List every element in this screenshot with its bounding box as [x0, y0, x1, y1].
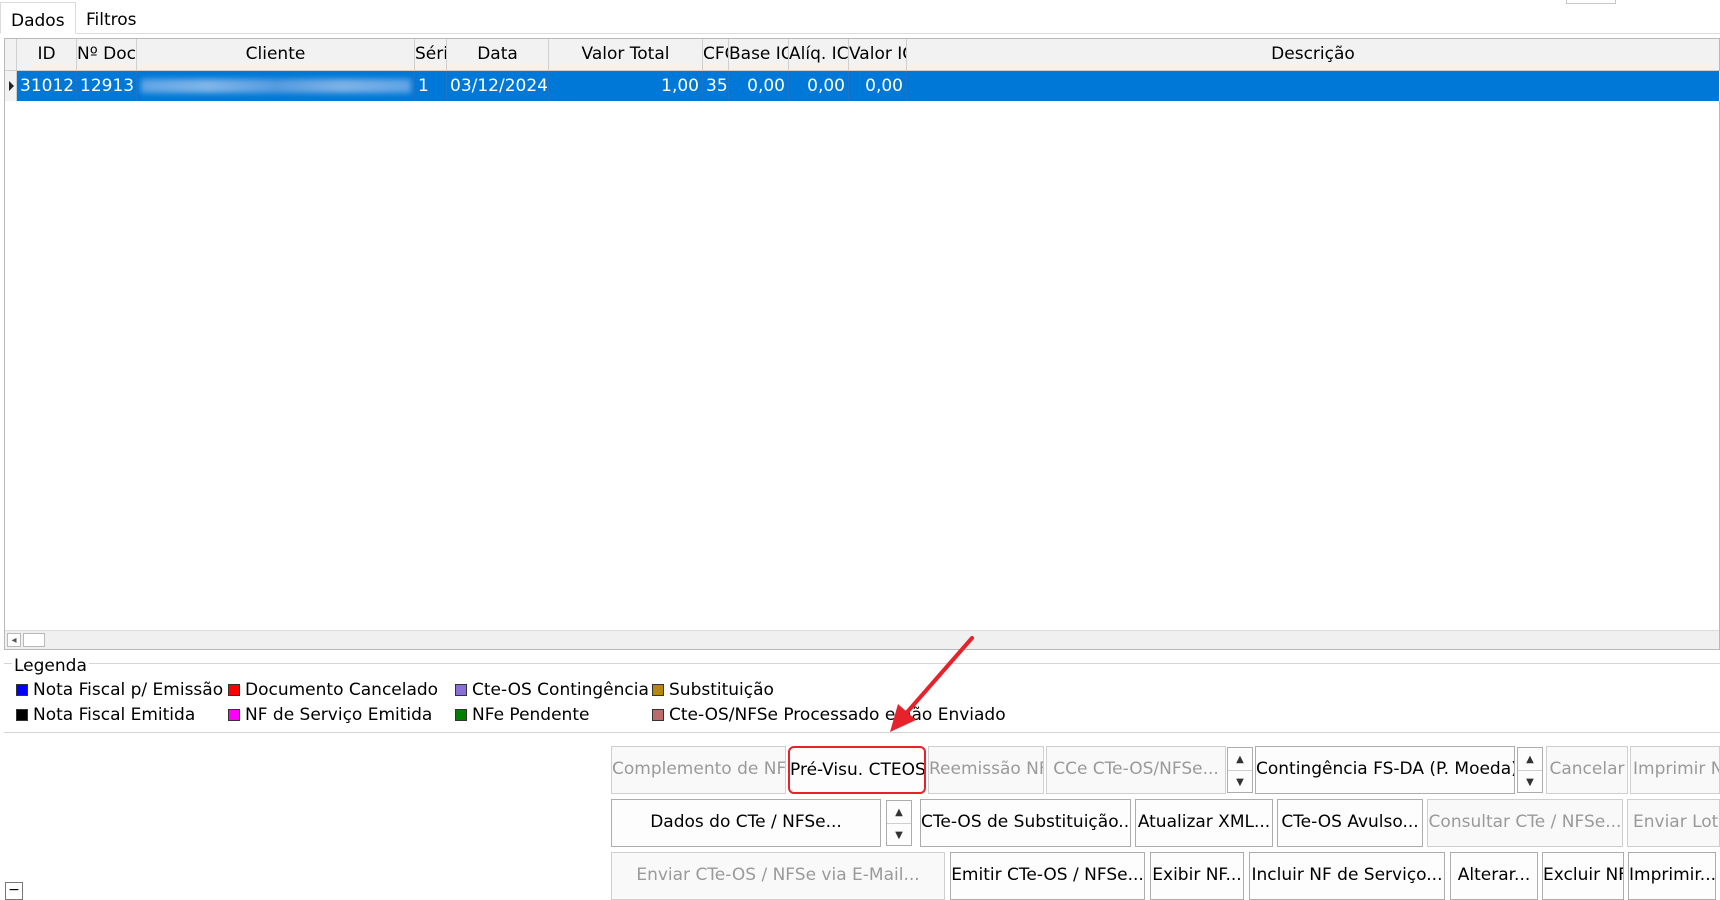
cteos-substituicao-button[interactable]: CTe-OS de Substituição... — [920, 799, 1131, 847]
table-row[interactable]: 31012 12913 1 03/12/2024 1,00 357 0,00 0… — [5, 71, 1720, 101]
cell-cliente-redacted — [137, 71, 415, 101]
legend-swatch — [652, 684, 664, 696]
legend-title: Legenda — [12, 656, 89, 676]
spin-control-2[interactable]: ▲ ▼ — [1517, 747, 1543, 793]
col-header-descricao[interactable]: Descrição — [907, 39, 1719, 71]
collapse-icon[interactable]: − — [5, 882, 23, 900]
cell-cfop: 357 — [703, 71, 729, 101]
cell-base-icms: 0,00 — [729, 71, 789, 101]
cell-aliq-icms: 0,00 — [789, 71, 849, 101]
pre-visu-cteos-button[interactable]: Pré-Visu. CTEOS — [788, 746, 926, 794]
cell-descricao — [907, 71, 1719, 101]
excluir-nf-button[interactable]: Excluir NF — [1542, 852, 1624, 900]
legend-swatch — [16, 709, 28, 721]
col-header-aliq-icms[interactable]: Alíq. ICMS — [789, 39, 849, 71]
legend-label: Nota Fiscal Emitida — [33, 705, 196, 725]
exibir-nf-button[interactable]: Exibir NF... — [1150, 852, 1244, 900]
dados-cte-nfse-button[interactable]: Dados do CTe / NFSe... — [611, 799, 881, 847]
legend-swatch — [455, 709, 467, 721]
col-header-valor-total[interactable]: Valor Total — [549, 39, 703, 71]
chevron-up-icon[interactable]: ▲ — [1518, 748, 1542, 771]
legend-item: Cte-OS Contingência — [455, 680, 649, 700]
enviar-lote-button[interactable]: Enviar Lote — [1627, 799, 1720, 847]
row-pointer — [5, 71, 17, 101]
chevron-down-icon[interactable]: ▼ — [1518, 771, 1542, 794]
chevron-up-icon[interactable]: ▲ — [887, 801, 911, 824]
legend-item: NFe Pendente — [455, 705, 589, 725]
alterar-button[interactable]: Alterar... — [1450, 852, 1538, 900]
cell-serie: 1 — [415, 71, 447, 101]
grid-header-indicator — [5, 39, 17, 71]
legend-item: Documento Cancelado — [228, 680, 438, 700]
col-header-n-doc[interactable]: Nº Doc — [77, 39, 137, 71]
annotation-arrow-icon — [890, 636, 974, 732]
legend-swatch — [228, 709, 240, 721]
redacted-text — [140, 79, 411, 93]
cell-valor-total: 1,00 — [549, 71, 703, 101]
reemissao-nf-button[interactable]: Reemissão NF — [928, 746, 1044, 794]
legend-item: Nota Fiscal Emitida — [16, 705, 195, 725]
scroll-left-icon[interactable]: ◂ — [7, 633, 21, 647]
cce-cteos-nfse-button[interactable]: CCe CTe-OS/NFSe... — [1046, 746, 1226, 794]
col-header-valor-icms[interactable]: Valor ICMS — [849, 39, 907, 71]
legend-label: Nota Fiscal p/ Emissão — [33, 680, 224, 700]
legend-label: Documento Cancelado — [245, 680, 439, 700]
legend-label: Substituição — [669, 680, 774, 700]
contingencia-fs-da-button[interactable]: Contingência FS-DA (P. Moeda) — [1255, 746, 1515, 794]
legend-swatch — [455, 684, 467, 696]
tab-filtros[interactable]: Filtros — [76, 10, 147, 32]
cell-valor-icms: 0,00 — [849, 71, 907, 101]
spin-control-1[interactable]: ▲ ▼ — [1227, 747, 1253, 793]
col-header-cfop[interactable]: CFOP — [703, 39, 729, 71]
cteos-avulso-button[interactable]: CTe-OS Avulso... — [1277, 799, 1423, 847]
legend-item: Nota Fiscal p/ Emissão — [16, 680, 223, 700]
legend-swatch — [228, 684, 240, 696]
complemento-nf-button[interactable]: Complemento de NF — [611, 746, 786, 794]
horizontal-scrollbar[interactable]: ◂ — [5, 630, 1719, 649]
cell-id: 31012 — [17, 71, 77, 101]
atualizar-xml-button[interactable]: Atualizar XML... — [1135, 799, 1273, 847]
imprimir-nf-button[interactable]: Imprimir NF — [1630, 746, 1720, 794]
tab-strip-line — [0, 33, 1720, 34]
consultar-cte-nfse-button[interactable]: Consultar CTe / NFSe... — [1427, 799, 1623, 847]
cell-n-doc: 12913 — [77, 71, 137, 101]
scrollbar-thumb[interactable] — [23, 633, 45, 647]
chevron-down-icon[interactable]: ▼ — [1228, 771, 1252, 794]
chevron-up-icon[interactable]: ▲ — [1228, 748, 1252, 771]
window-control-fragment — [1566, 0, 1616, 4]
col-header-id[interactable]: ID — [17, 39, 77, 71]
legend-label: NFe Pendente — [472, 705, 590, 725]
legend-item: Substituição — [652, 680, 774, 700]
legend-label: Cte-OS Contingência — [472, 680, 649, 700]
col-header-base-icms[interactable]: Base ICMS — [729, 39, 789, 71]
legend-swatch — [652, 709, 664, 721]
spin-control-3[interactable]: ▲ ▼ — [886, 800, 912, 846]
incluir-nf-servico-button[interactable]: Incluir NF de Serviço... — [1249, 852, 1445, 900]
row-pointer-icon — [9, 81, 14, 91]
cancelar-button[interactable]: Cancelar — [1546, 746, 1628, 794]
enviar-email-button[interactable]: Enviar CTe-OS / NFSe via E-Mail... — [611, 852, 945, 900]
col-header-serie[interactable]: Série — [415, 39, 447, 71]
imprimir-button[interactable]: Imprimir... — [1628, 852, 1716, 900]
col-header-data[interactable]: Data — [447, 39, 549, 71]
legend-swatch — [16, 684, 28, 696]
col-header-cliente[interactable]: Cliente — [137, 39, 415, 71]
data-grid[interactable]: ID Nº Doc Cliente Série Data Valor Total… — [4, 38, 1720, 650]
cell-data: 03/12/2024 — [447, 71, 549, 101]
emitir-cteos-nfse-button[interactable]: Emitir CTe-OS / NFSe... — [950, 852, 1145, 900]
legend-label: NF de Serviço Emitida — [245, 705, 433, 725]
chevron-down-icon[interactable]: ▼ — [887, 824, 911, 847]
tab-dados[interactable]: Dados — [0, 2, 76, 34]
legend-item: NF de Serviço Emitida — [228, 705, 432, 725]
